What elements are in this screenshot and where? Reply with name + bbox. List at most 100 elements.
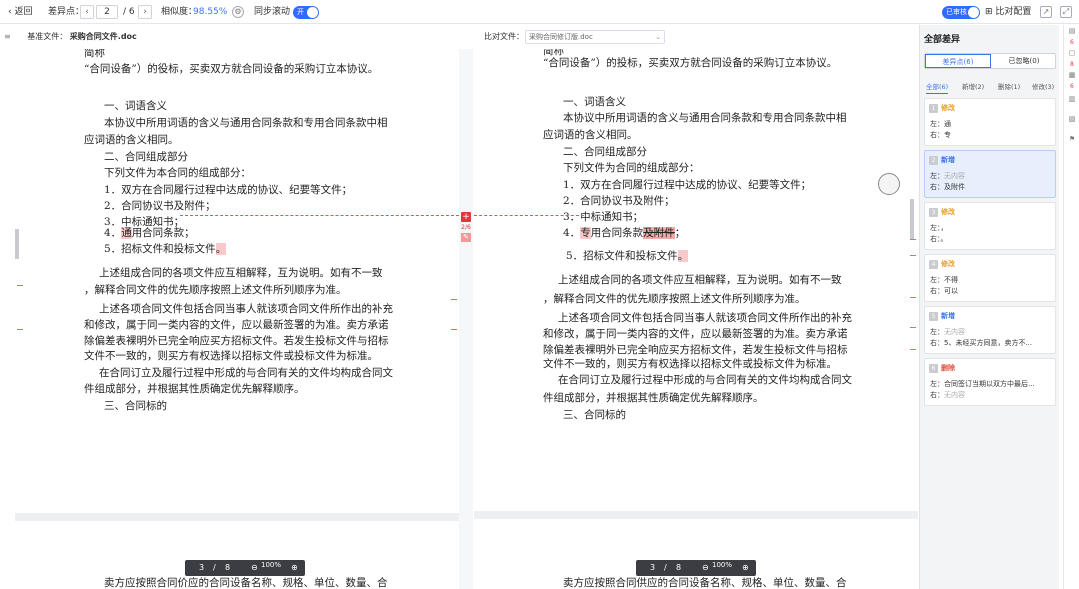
doc-line: 在合同订立及履行过程中形成的与合同有关的文件均构成合同文: [99, 367, 393, 379]
doc-line: 在合同订立及履行过程中形成的与合同有关的文件均构成合同文: [558, 374, 852, 386]
doc-line: 2．合同协议书及附件；: [104, 200, 216, 212]
doc-line: 3．中标通知书；: [563, 211, 644, 223]
diff-highlight: 通: [121, 227, 132, 239]
doc-line: 文件不一致的，则买方有权选择以招标文件或投标文件为标准。: [84, 350, 378, 362]
diff-marker: [910, 327, 916, 328]
flag-icon[interactable]: ⚑: [1067, 135, 1077, 143]
doc-line: 2．合同协议书及附件；: [563, 195, 675, 207]
sync-scroll-label: 同步滚动: [254, 7, 291, 17]
left-document-view[interactable]: 简称 “合同设备”）的役标，买卖双方就合同设备的采购订立本协议。 一、词语含义 …: [15, 49, 459, 589]
table-icon[interactable]: ▥: [1067, 95, 1077, 103]
doc-line: 除偏差表裸明外已完全响应买方招标文件，若发生投标文件与招标: [543, 344, 848, 356]
doc-line: 除偏差表裸明外已完全响应买方招标文件。若发生投标文件与招标: [84, 335, 389, 347]
doc-line: 件组成部分，并根据其性质确定优先解释顺序。: [543, 392, 764, 404]
right-document-view[interactable]: 简称 “合同设备”）的投标，买卖双方就合同设备的采购订立本协议。 一、词语含义 …: [474, 49, 918, 589]
next-diff-button[interactable]: ›: [138, 5, 152, 19]
fullscreen-icon[interactable]: ⤢: [1060, 6, 1072, 18]
doc-line: 下列文件为本合同的组成部分：: [104, 167, 251, 179]
doc-line: 上述组成合同的各项文件应互相解释，互为说明。如有不一致: [99, 267, 383, 279]
badge: 6: [1070, 39, 1074, 46]
diff-line-1[interactable]: 4．通用合同条款；: [104, 225, 195, 240]
diff-card[interactable]: 1 修改 左：通 右：专: [924, 98, 1056, 146]
doc-line: ，解释合同文件的优先顺序按照上述文件所列顺序为准。: [543, 293, 806, 305]
diff-card[interactable]: 6 删除 左：合同签订当期以双方中最后... 右：无内容: [924, 358, 1056, 406]
doc-heading: 一、词语含义: [104, 100, 167, 112]
doc-heading: 二、合同组成部分: [563, 146, 647, 158]
export-icon[interactable]: ↗: [1040, 6, 1052, 18]
tab-deleted[interactable]: 删除(1): [998, 81, 1020, 91]
review-toggle[interactable]: 已审核: [942, 6, 980, 19]
doc-line: “合同设备”）的役标，买卖双方就合同设备的采购订立本协议。: [84, 63, 379, 75]
zoom-out-icon[interactable]: ⊖: [702, 560, 709, 576]
prev-diff-button[interactable]: ‹: [80, 5, 94, 19]
seg-ignored[interactable]: 已忽略(0): [991, 54, 1057, 68]
diff-card[interactable]: 5 新增 左：无内容 右：5、未经买方同意，卖方不...: [924, 306, 1056, 354]
sync-scroll-toggle[interactable]: 开: [293, 6, 319, 19]
doc-heading: 三、合同标的: [563, 409, 626, 421]
comment-icon[interactable]: ▢: [1067, 49, 1077, 57]
doc-line: 卖方应按照合同供应的合同设备名称、规格、单位、数量、合: [563, 577, 847, 589]
doc-heading: 二、合同组成部分: [104, 151, 188, 163]
left-pager: 3 / 8 ⊖ 100% ⊕: [185, 560, 305, 576]
center-gutter: + 2/6 ✎: [459, 49, 473, 589]
zoom-select[interactable]: 100%: [261, 560, 281, 570]
diff-marker: [17, 285, 23, 286]
config-icon: ⊞: [985, 7, 996, 17]
seg-diff-points[interactable]: 差异点(6): [925, 54, 991, 68]
compare-config-button[interactable]: ⊞ 比对配置: [985, 0, 1031, 24]
page-input[interactable]: 3: [199, 560, 204, 576]
right-page: 简称 “合同设备”）的投标，买卖双方就合同设备的采购订立本协议。 一、词语含义 …: [474, 49, 918, 511]
diff-marker: [910, 297, 916, 298]
zoom-in-icon[interactable]: ⊕: [742, 560, 749, 576]
doc-line: 上述各项合同文件包括合同当事人就该项合同文件所作出的补充: [558, 312, 852, 324]
tab-all[interactable]: 全部(6): [926, 81, 949, 94]
settings-icon[interactable]: ⚙: [232, 6, 244, 18]
compare-file-select[interactable]: 采购合同修订版.doc ⌄: [525, 30, 665, 44]
doc-line: 5．招标文件和投标文件。: [566, 250, 689, 262]
similarity-label: 相似度：: [161, 7, 198, 17]
doc-line: 下列文件为合同的组成部分：: [563, 162, 700, 174]
top-toolbar: ‹ 返回 差异点： ‹ 2 / 6 › 相似度： 98.55% ⚙ 同步滚动 开…: [0, 0, 1079, 24]
doc-line: 简称: [84, 49, 105, 59]
back-button[interactable]: ‹ 返回: [8, 0, 32, 24]
zoom-out-icon[interactable]: ⊖: [251, 560, 258, 576]
tab-added[interactable]: 新增(2): [962, 81, 984, 91]
diff-marker: [451, 299, 457, 300]
doc-heading: 三、合同标的: [104, 400, 167, 412]
doc-line: “合同设备”）的投标，买卖双方就合同设备的采购订立本协议。: [543, 57, 838, 69]
cursor-indicator: [878, 173, 900, 195]
diff-marker: [910, 239, 916, 240]
diff-count-icon: 2/6: [461, 224, 471, 231]
badge: 8: [1070, 61, 1074, 68]
diff-connector: [180, 215, 459, 216]
doc-line: 卖方应按照合同价应的合同设备名称、规格、单位、数量、合: [104, 577, 388, 589]
menu-icon[interactable]: ≡: [4, 32, 11, 41]
left-header: ≡ 基准文件： 采购合同文件.doc: [4, 32, 137, 41]
diff-label: 差异点：: [48, 7, 85, 17]
pen-icon[interactable]: ✎: [461, 233, 471, 242]
doc-line: 和修改，属于同一类内容的文件，应以最新签署的为准。卖方承诺: [543, 328, 848, 340]
document-icon[interactable]: ▦: [1067, 71, 1077, 79]
left-page-next: 卖方应按照合同价应的合同设备名称、规格、单位、数量、合: [15, 521, 459, 589]
zoom-in-icon[interactable]: ⊕: [291, 560, 298, 576]
filter-tabs: 全部(6) 新增(2) 删除(1) 修改(3): [924, 81, 1056, 95]
zoom-select[interactable]: 100%: [712, 560, 732, 570]
doc-line: 文件不一致的，则买方有权选择以招标文件或投标文件为标准。: [543, 358, 837, 370]
diff-list-icon[interactable]: ▤: [1067, 27, 1077, 35]
doc-line: 件组成部分，并根据其性质确定优先解释顺序。: [84, 383, 305, 395]
diff-page-input[interactable]: 2: [96, 5, 118, 19]
note-icon[interactable]: ▧: [1067, 115, 1077, 123]
doc-line: 本协议中所用词语的含义与通用合同条款和专用合同条款中相: [104, 117, 388, 129]
doc-line: 上述各项合同文件包括合同当事人就该项合同文件所作出的补充: [99, 303, 393, 315]
diff-page-total: / 6: [123, 7, 135, 17]
diff-line-1[interactable]: 4．专用合同条款及附件；: [563, 225, 685, 240]
badge: 6: [1070, 83, 1074, 90]
diff-card[interactable]: 3 修改 左：， 右：。: [924, 202, 1056, 250]
tab-modified[interactable]: 修改(3): [1032, 81, 1054, 91]
right-pager: 3 / 8 ⊖ 100% ⊕: [636, 560, 756, 576]
doc-line: ，解释合同文件的优先顺序按照上述文件所列顺序为准。: [84, 284, 347, 296]
page-input[interactable]: 3: [650, 560, 655, 576]
diff-card[interactable]: 4 修改 左：不得 右：可以: [924, 254, 1056, 302]
plus-icon[interactable]: +: [461, 212, 471, 222]
diff-card-selected[interactable]: 2 新增 左：无内容 右：及附件: [924, 150, 1056, 198]
